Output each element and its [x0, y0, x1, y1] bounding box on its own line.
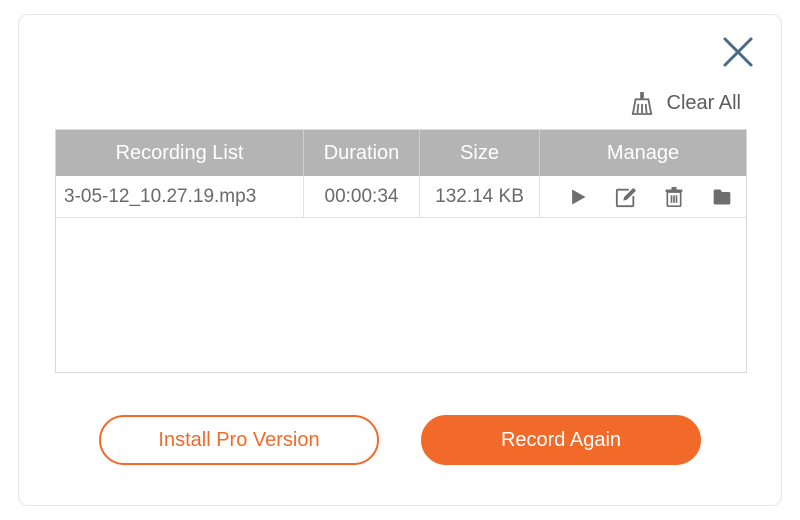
delete-button[interactable] — [662, 185, 686, 209]
clear-all-label[interactable]: Clear All — [667, 92, 741, 115]
cell-size: 132.14 KB — [420, 176, 540, 217]
col-header-manage: Manage — [540, 130, 746, 176]
install-pro-button[interactable]: Install Pro Version — [99, 415, 379, 465]
cell-name: 3-05-12_10.27.19.mp3 — [56, 176, 304, 217]
clear-all-icon-button[interactable] — [631, 91, 653, 115]
recordings-dialog: Clear All Recording List Duration Size M… — [18, 14, 782, 506]
brush-icon — [631, 91, 653, 115]
table-row[interactable]: 3-05-12_10.27.19.mp3 00:00:34 132.14 KB — [56, 176, 746, 218]
cell-manage — [540, 176, 746, 217]
cell-duration: 00:00:34 — [304, 176, 420, 217]
folder-icon — [711, 187, 733, 207]
recordings-table: Recording List Duration Size Manage 3-05… — [55, 129, 747, 373]
play-icon — [568, 187, 588, 207]
trash-icon — [664, 186, 684, 208]
col-header-name: Recording List — [56, 130, 304, 176]
close-icon — [721, 35, 755, 69]
record-again-button[interactable]: Record Again — [421, 415, 701, 465]
clear-all-row: Clear All — [631, 91, 741, 115]
edit-icon — [615, 186, 637, 208]
open-folder-button[interactable] — [710, 185, 734, 209]
col-header-size: Size — [420, 130, 540, 176]
dialog-footer: Install Pro Version Record Again — [19, 415, 781, 465]
table-header: Recording List Duration Size Manage — [56, 130, 746, 176]
table-body: 3-05-12_10.27.19.mp3 00:00:34 132.14 KB — [56, 176, 746, 372]
edit-button[interactable] — [614, 185, 638, 209]
play-button[interactable] — [566, 185, 590, 209]
close-button[interactable] — [721, 35, 755, 69]
col-header-duration: Duration — [304, 130, 420, 176]
